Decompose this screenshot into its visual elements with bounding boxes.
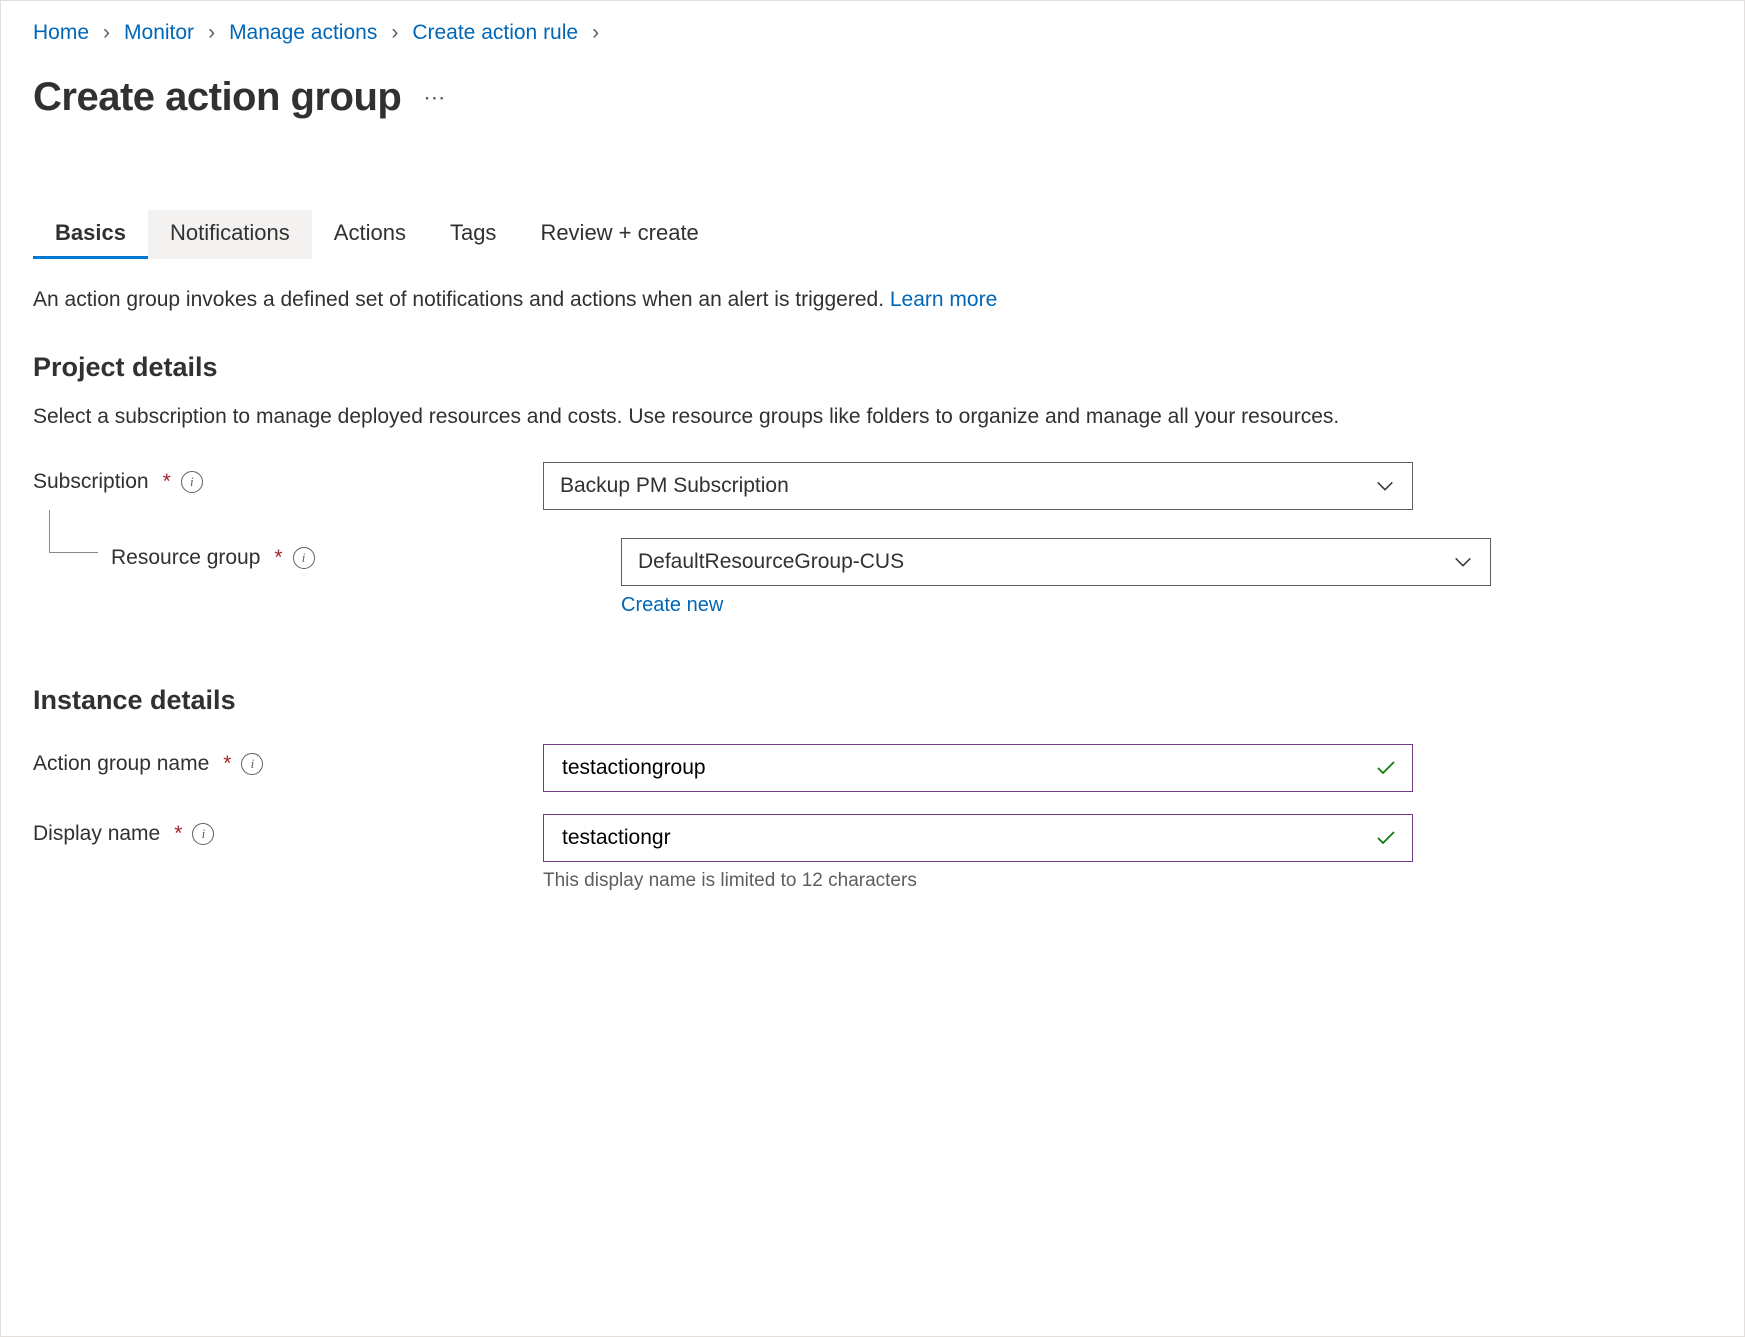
subscription-value: Backup PM Subscription <box>560 474 789 498</box>
display-name-label-text: Display name <box>33 822 160 846</box>
project-details-text: Select a subscription to manage deployed… <box>33 401 1453 434</box>
tab-notifications[interactable]: Notifications <box>148 210 312 259</box>
breadcrumb-manage-actions[interactable]: Manage actions <box>229 19 377 47</box>
tab-basics[interactable]: Basics <box>33 210 148 259</box>
subscription-label: Subscription * i <box>33 462 543 494</box>
breadcrumb-home[interactable]: Home <box>33 19 89 47</box>
required-mark: * <box>274 546 282 570</box>
action-group-name-input-wrapper <box>543 744 1413 792</box>
display-name-input-wrapper <box>543 814 1413 862</box>
display-name-input[interactable] <box>560 825 1362 851</box>
display-name-helper: This display name is limited to 12 chara… <box>543 870 1413 892</box>
resource-group-label-text: Resource group <box>111 546 260 570</box>
breadcrumb: Home › Monitor › Manage actions › Create… <box>33 19 1712 47</box>
subscription-select[interactable]: Backup PM Subscription <box>543 462 1413 510</box>
chevron-down-icon <box>1452 551 1474 573</box>
intro-text: An action group invokes a defined set of… <box>33 288 1453 312</box>
intro-body: An action group invokes a defined set of… <box>33 288 890 311</box>
chevron-down-icon <box>1374 475 1396 497</box>
checkmark-icon <box>1374 756 1398 780</box>
info-icon[interactable]: i <box>192 823 214 845</box>
required-mark: * <box>223 752 231 776</box>
chevron-right-icon: › <box>208 19 215 47</box>
tab-tags[interactable]: Tags <box>428 210 518 259</box>
info-icon[interactable]: i <box>293 547 315 569</box>
required-mark: * <box>163 470 171 494</box>
instance-details-heading: Instance details <box>33 685 1712 716</box>
chevron-right-icon: › <box>391 19 398 47</box>
display-name-label: Display name * i <box>33 814 543 846</box>
subscription-label-text: Subscription <box>33 470 149 494</box>
info-icon[interactable]: i <box>181 471 203 493</box>
resource-group-value: DefaultResourceGroup-CUS <box>638 550 904 574</box>
tab-review-create[interactable]: Review + create <box>518 210 720 259</box>
create-new-rg-link[interactable]: Create new <box>621 594 1491 617</box>
chevron-right-icon: › <box>103 19 110 47</box>
project-details-heading: Project details <box>33 352 1712 383</box>
resource-group-select[interactable]: DefaultResourceGroup-CUS <box>621 538 1491 586</box>
chevron-right-icon: › <box>592 19 599 47</box>
action-group-name-input[interactable] <box>560 755 1362 781</box>
breadcrumb-create-action-rule[interactable]: Create action rule <box>412 19 578 47</box>
info-icon[interactable]: i <box>241 753 263 775</box>
breadcrumb-monitor[interactable]: Monitor <box>124 19 194 47</box>
checkmark-icon <box>1374 826 1398 850</box>
action-group-name-label: Action group name * i <box>33 744 543 776</box>
learn-more-link[interactable]: Learn more <box>890 288 997 311</box>
resource-group-label: Resource group * i <box>33 538 621 570</box>
action-group-name-label-text: Action group name <box>33 752 209 776</box>
required-mark: * <box>174 822 182 846</box>
tab-actions[interactable]: Actions <box>312 210 428 259</box>
more-actions-icon[interactable]: ⋯ <box>423 85 447 111</box>
tab-bar: Basics Notifications Actions Tags Review… <box>33 210 1712 260</box>
page-title: Create action group <box>33 75 401 120</box>
